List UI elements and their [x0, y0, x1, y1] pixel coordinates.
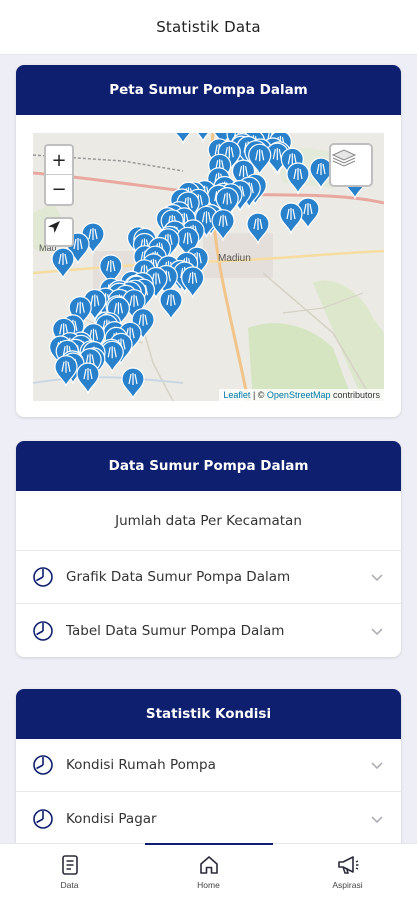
locate-button[interactable] [44, 217, 74, 247]
chart-icon [32, 620, 54, 642]
zoom-in-button[interactable]: + [46, 146, 72, 175]
tabel-data-label: Tabel Data Sumur Pompa Dalam [66, 622, 285, 639]
chart-icon [32, 808, 54, 830]
nav-home[interactable]: Home [139, 844, 278, 900]
kondisi-rumah-pompa-label: Kondisi Rumah Pompa [66, 757, 216, 773]
nav-data[interactable]: Data [0, 844, 139, 900]
chart-icon [32, 566, 54, 588]
document-icon [61, 855, 78, 875]
zoom-out-button[interactable]: − [46, 175, 72, 204]
tabel-data-item[interactable]: Tabel Data Sumur Pompa Dalam [16, 604, 401, 657]
active-tab-indicator [145, 843, 273, 845]
kondisi-pagar-item[interactable]: Kondisi Pagar [16, 792, 401, 845]
osm-link[interactable]: OpenStreetMap [267, 390, 331, 400]
grafik-data-item[interactable]: Grafik Data Sumur Pompa Dalam [16, 551, 401, 604]
nav-aspirasi[interactable]: Aspirasi [278, 844, 417, 900]
map-card: Peta Sumur Pompa Dalam Madiun Mad + − Le… [16, 65, 401, 417]
megaphone-icon [337, 856, 358, 874]
zoom-control: + − [44, 144, 74, 206]
attribution-separator: | © [250, 390, 267, 400]
map-place-label: Madiun [218, 253, 251, 264]
home-icon [199, 856, 218, 874]
kondisi-rumah-pompa-item[interactable]: Kondisi Rumah Pompa [16, 739, 401, 792]
top-app-bar: Statistik Data [0, 0, 417, 55]
data-card-header: Data Sumur Pompa Dalam [16, 441, 401, 491]
kondisi-card: Statistik Kondisi Kondisi Rumah Pompa Ko… [16, 689, 401, 859]
chevron-down-icon [369, 623, 385, 639]
map-card-header: Peta Sumur Pompa Dalam [16, 65, 401, 115]
nav-data-label: Data [60, 880, 79, 890]
data-card: Data Sumur Pompa Dalam Jumlah data Per K… [16, 441, 401, 657]
attribution-suffix: contributors [330, 390, 380, 400]
chevron-down-icon [369, 757, 385, 773]
chevron-down-icon [369, 569, 385, 585]
layers-icon [331, 149, 357, 167]
layers-button[interactable] [329, 143, 373, 187]
page-title: Statistik Data [156, 18, 261, 36]
bottom-navigation: Data Home Aspirasi [0, 843, 417, 900]
wells-map[interactable]: Madiun Mad + − Leaflet | © OpenStreetMap… [33, 133, 384, 401]
nav-home-label: Home [197, 880, 220, 890]
location-arrow-icon [48, 221, 60, 233]
kondisi-card-header: Statistik Kondisi [16, 689, 401, 739]
map-attribution: Leaflet | © OpenStreetMap contributors [219, 389, 384, 401]
chevron-down-icon [369, 811, 385, 827]
nav-aspirasi-label: Aspirasi [332, 880, 363, 890]
chart-icon [32, 754, 54, 776]
grafik-data-label: Grafik Data Sumur Pompa Dalam [66, 569, 291, 585]
leaflet-link[interactable]: Leaflet [223, 390, 250, 400]
kondisi-pagar-label: Kondisi Pagar [66, 810, 157, 827]
data-card-subtitle: Jumlah data Per Kecamatan [16, 491, 401, 551]
